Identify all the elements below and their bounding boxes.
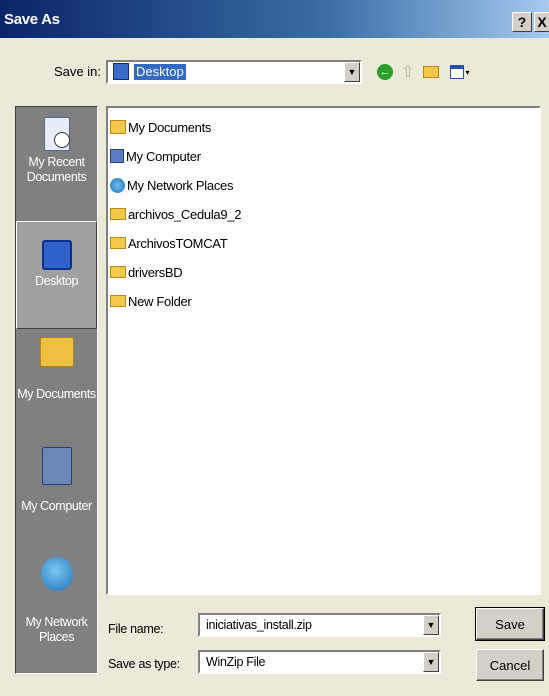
network-places-icon: [110, 177, 125, 193]
views-icon: [450, 65, 465, 79]
up-arrow-icon: ⇧: [401, 64, 415, 81]
save-in-value: Desktop: [134, 64, 186, 80]
list-item[interactable]: archivos_Cedula9_2: [110, 205, 241, 223]
list-item-label: My Documents: [128, 119, 212, 135]
file-list[interactable]: My Documents My Computer My Network Plac…: [106, 106, 541, 595]
list-item-label: My Computer: [126, 148, 201, 164]
save-in-label: Save in:: [54, 64, 101, 79]
list-item[interactable]: driversBD: [110, 263, 183, 281]
views-menu-button[interactable]: ▾: [446, 62, 474, 82]
network-places-icon: [40, 557, 73, 591]
back-arrow-icon: ←: [377, 64, 393, 80]
save-as-type-label: Save as type:: [108, 657, 180, 671]
list-item-label: driversBD: [128, 264, 183, 280]
place-label: My Computer: [21, 499, 92, 513]
place-my-recent-documents[interactable]: My Recent Documents: [16, 117, 97, 217]
recent-documents-icon: [43, 117, 70, 151]
place-label: Desktop: [34, 274, 79, 288]
list-item-label: My Network Places: [127, 177, 234, 193]
place-label: My Documents: [17, 387, 96, 401]
list-item[interactable]: My Network Places: [110, 176, 233, 194]
place-my-documents[interactable]: My Documents: [16, 337, 97, 437]
place-my-computer[interactable]: My Computer: [16, 447, 97, 547]
places-bar: My Recent Documents Desktop My Documents…: [15, 106, 98, 674]
title-bar: Save As ? X: [0, 0, 549, 38]
list-item[interactable]: ArchivosTOMCAT: [110, 234, 228, 252]
my-documents-icon: [110, 120, 126, 134]
list-item[interactable]: My Computer: [110, 147, 201, 165]
list-item-label: archivos_Cedula9_2: [128, 206, 242, 222]
list-item-label: ArchivosTOMCAT: [128, 235, 228, 251]
file-name-value[interactable]: iniciativas_install.zip: [206, 618, 312, 632]
my-computer-icon: [41, 447, 72, 485]
chevron-down-icon[interactable]: ▼: [423, 615, 439, 635]
cancel-button[interactable]: Cancel: [476, 649, 544, 681]
chevron-down-icon[interactable]: ▼: [423, 652, 439, 672]
file-name-field[interactable]: iniciativas_install.zip ▼: [198, 613, 441, 637]
my-computer-icon: [110, 149, 124, 163]
list-item[interactable]: My Documents: [110, 118, 211, 136]
window-title: Save As: [4, 11, 60, 28]
chevron-down-icon: ▾: [465, 67, 470, 77]
chevron-down-icon[interactable]: ▼: [344, 62, 360, 82]
place-my-network-places[interactable]: My Network Places: [16, 557, 97, 667]
place-label: My Network Places: [25, 615, 88, 644]
list-item[interactable]: New Folder: [110, 292, 192, 310]
place-label: My Recent Documents: [26, 155, 87, 184]
place-desktop[interactable]: Desktop: [16, 221, 97, 329]
desktop-icon: [113, 63, 129, 80]
list-item-label: New Folder: [128, 293, 192, 309]
back-button[interactable]: ←: [374, 62, 396, 82]
save-in-dropdown[interactable]: Desktop ▼: [106, 60, 362, 84]
folder-icon: [110, 237, 126, 249]
folder-icon: [110, 208, 126, 220]
help-button[interactable]: ?: [512, 12, 532, 32]
save-as-type-value: WinZip File: [206, 655, 266, 669]
my-documents-icon: [39, 337, 74, 367]
new-folder-button[interactable]: [420, 62, 442, 82]
up-one-level-button[interactable]: ⇧: [398, 62, 418, 82]
desktop-icon: [41, 240, 72, 270]
save-as-type-dropdown[interactable]: WinZip File ▼: [198, 650, 441, 674]
save-button[interactable]: Save: [475, 607, 545, 641]
folder-icon: [110, 295, 126, 307]
folder-icon: [110, 266, 126, 278]
new-folder-icon: [423, 66, 439, 78]
close-button[interactable]: X: [534, 12, 549, 32]
file-name-label: File name:: [108, 622, 164, 636]
